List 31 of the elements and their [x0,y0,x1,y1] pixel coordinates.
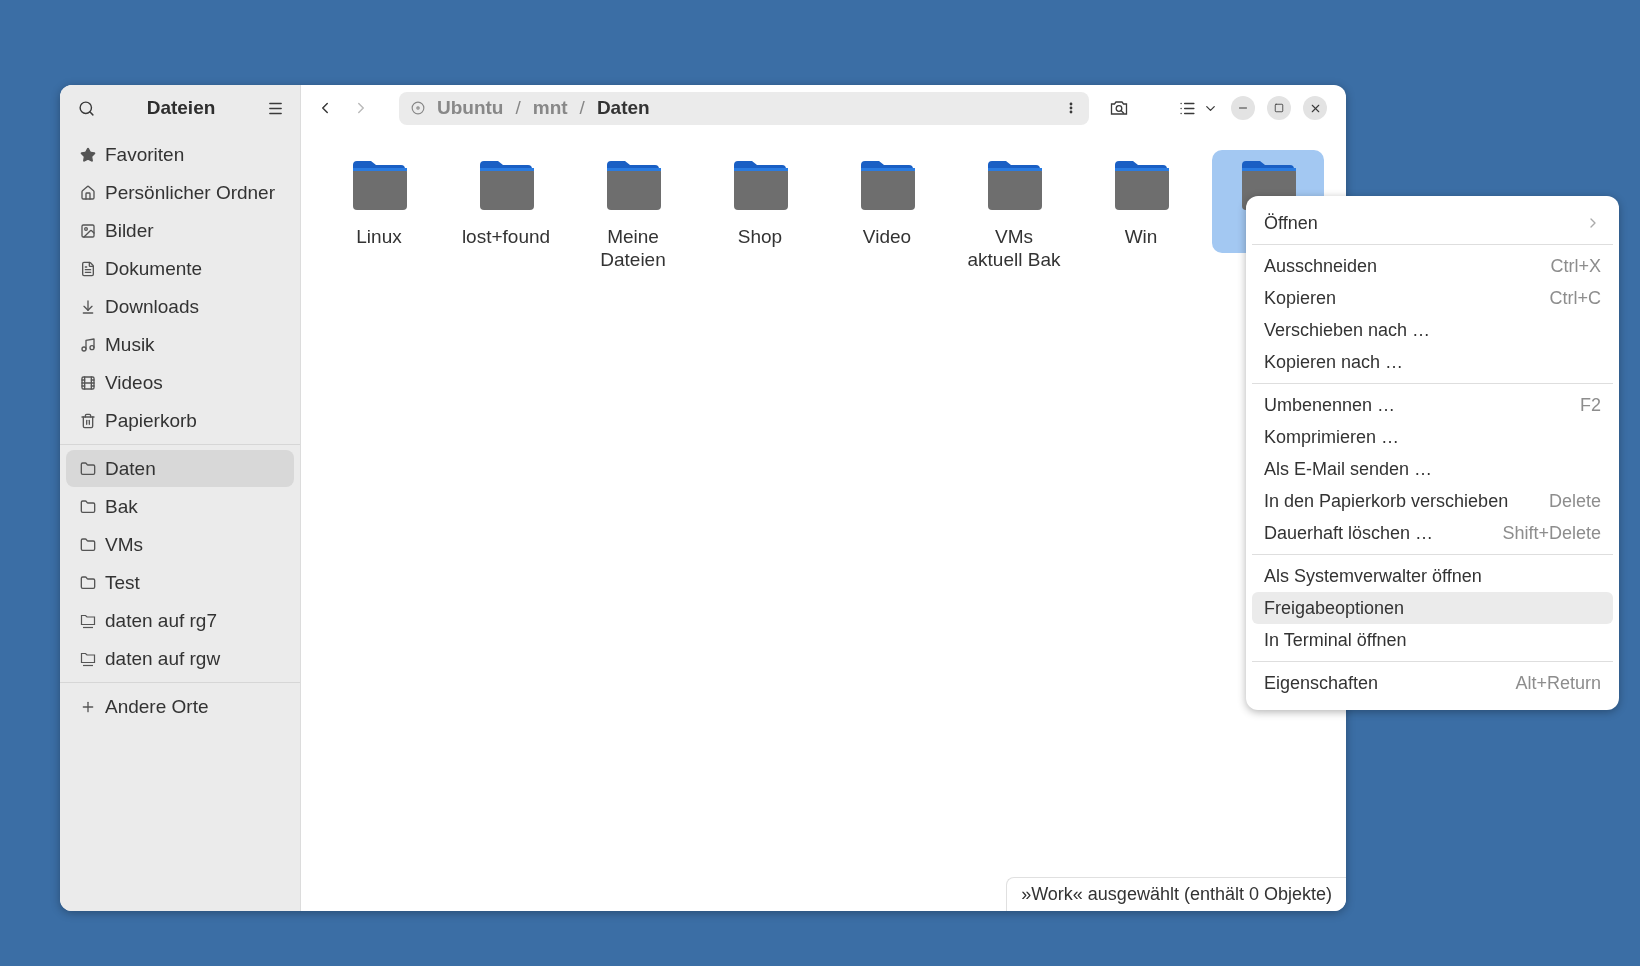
shortcut-label: Delete [1548,490,1601,512]
menu-item-label: Komprimieren … [1264,426,1400,448]
menu-item-label: Verschieben nach … [1264,319,1431,341]
shortcut-label: F2 [1580,394,1601,416]
folder-name: lost+found [461,225,551,248]
menu-item-label: Als E-Mail senden … [1264,458,1433,480]
menu-item-label: In den Papierkorb verschieben [1264,490,1509,512]
shortcut-label: Ctrl+C [1549,287,1601,309]
menu-item-label: Eigenschaften [1264,672,1379,694]
menu-item-label: In Terminal öffnen [1264,629,1407,651]
status-bar: »Work« ausgewählt (enthält 0 Objekte) [1006,877,1346,911]
folder-name: Shop [737,225,783,248]
menu-item-label: Als Systemverwalter öffnen [1264,565,1482,587]
menu-item-label: Öffnen [1264,212,1318,234]
folder-name: Meine Dateien [600,225,666,271]
folder-name: Win [1124,225,1158,248]
path-separator: / [515,97,521,119]
folder-name: Video [862,225,912,248]
menu-item-label: Umbenennen … [1264,394,1396,416]
folder-name: Linux [356,225,402,248]
menu-item-label: Kopieren [1264,287,1337,309]
menu-item-label: Ausschneiden [1264,255,1378,277]
shortcut-label: Shift+Delete [1502,522,1601,544]
path-separator: / [579,97,585,119]
menu-item-label: Dauerhaft löschen … [1264,522,1434,544]
menu-item-label: Freigabeoptionen [1264,597,1405,619]
shortcut-label: Ctrl+X [1550,255,1601,277]
shortcut-label: Alt+Return [1515,672,1601,694]
folder-name: VMs aktuell Bak [967,225,1061,271]
menu-item-label: Kopieren nach … [1264,351,1404,373]
sidebar-title: Dateien [146,97,216,119]
